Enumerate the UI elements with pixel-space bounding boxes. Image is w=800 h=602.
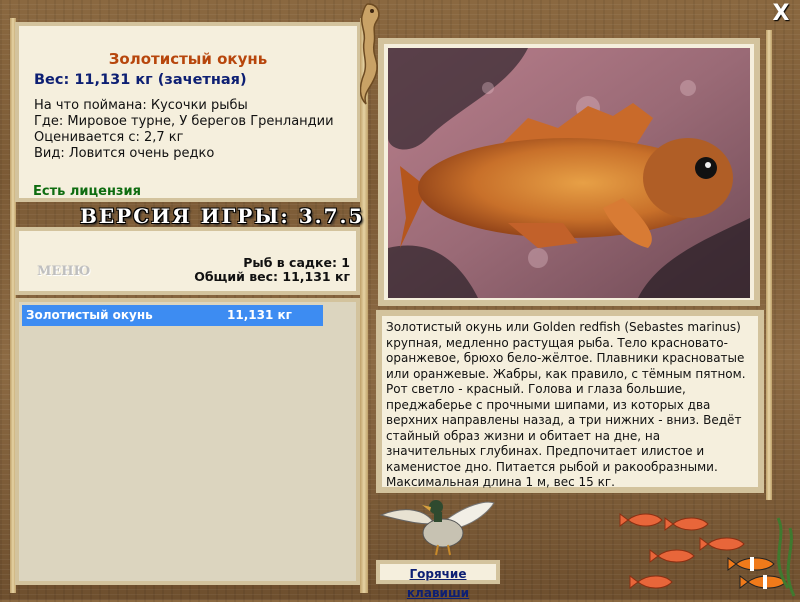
list-item[interactable]: Золотистый окунь 11,131 кг (22, 305, 323, 326)
fish-weight: Вес: 11,131 кг (зачетная) (34, 72, 247, 88)
hotkeys-link[interactable]: Горячие клавиши (407, 567, 469, 600)
game-version: ВЕРСИЯ ИГРЫ: 3.7.5 (80, 204, 365, 228)
fish-photo (388, 48, 750, 298)
catch-weight: 11,131 кг (227, 308, 292, 322)
fish-info-card: Золотистый окунь Вес: 11,131 кг (зачетна… (15, 22, 360, 202)
catch-name: Золотистый окунь (26, 308, 153, 322)
fish-description: Золотистый окунь или Golden redfish (Seb… (386, 320, 746, 489)
duck-icon (379, 500, 495, 556)
catch-list[interactable]: Золотистый окунь 11,131 кг (15, 298, 360, 585)
total-weight: Общий вес: 11,131 кг (194, 269, 350, 284)
license-status: Есть лицензия (33, 184, 141, 199)
menu-button[interactable]: МЕНЮ (37, 264, 90, 279)
close-icon[interactable]: X (770, 3, 792, 25)
fish-count: Рыб в садке: 1 (243, 255, 350, 270)
fish-location: Где: Мировое турне, У берегов Гренландии (34, 114, 334, 129)
fish-photo-frame (378, 38, 760, 306)
fish-icon (619, 513, 796, 597)
fish-min-weight: Оценивается с: 2,7 кг (34, 130, 184, 145)
stats-panel: МЕНЮ Рыб в садке: 1 Общий вес: 11,131 кг (15, 227, 360, 295)
fish-title: Золотистый окунь (108, 50, 268, 68)
fish-bait: На что поймана: Кусочки рыбы (34, 98, 248, 113)
fish-rarity: Вид: Ловится очень редко (34, 146, 215, 161)
catch-stats: Рыб в садке: 1 Общий вес: 11,131 кг (194, 256, 350, 284)
fish-description-panel: Золотистый окунь или Golden redfish (Seb… (376, 310, 764, 493)
hotkeys-panel: Горячие клавиши (376, 560, 500, 600)
frame-rope-right (766, 30, 772, 500)
